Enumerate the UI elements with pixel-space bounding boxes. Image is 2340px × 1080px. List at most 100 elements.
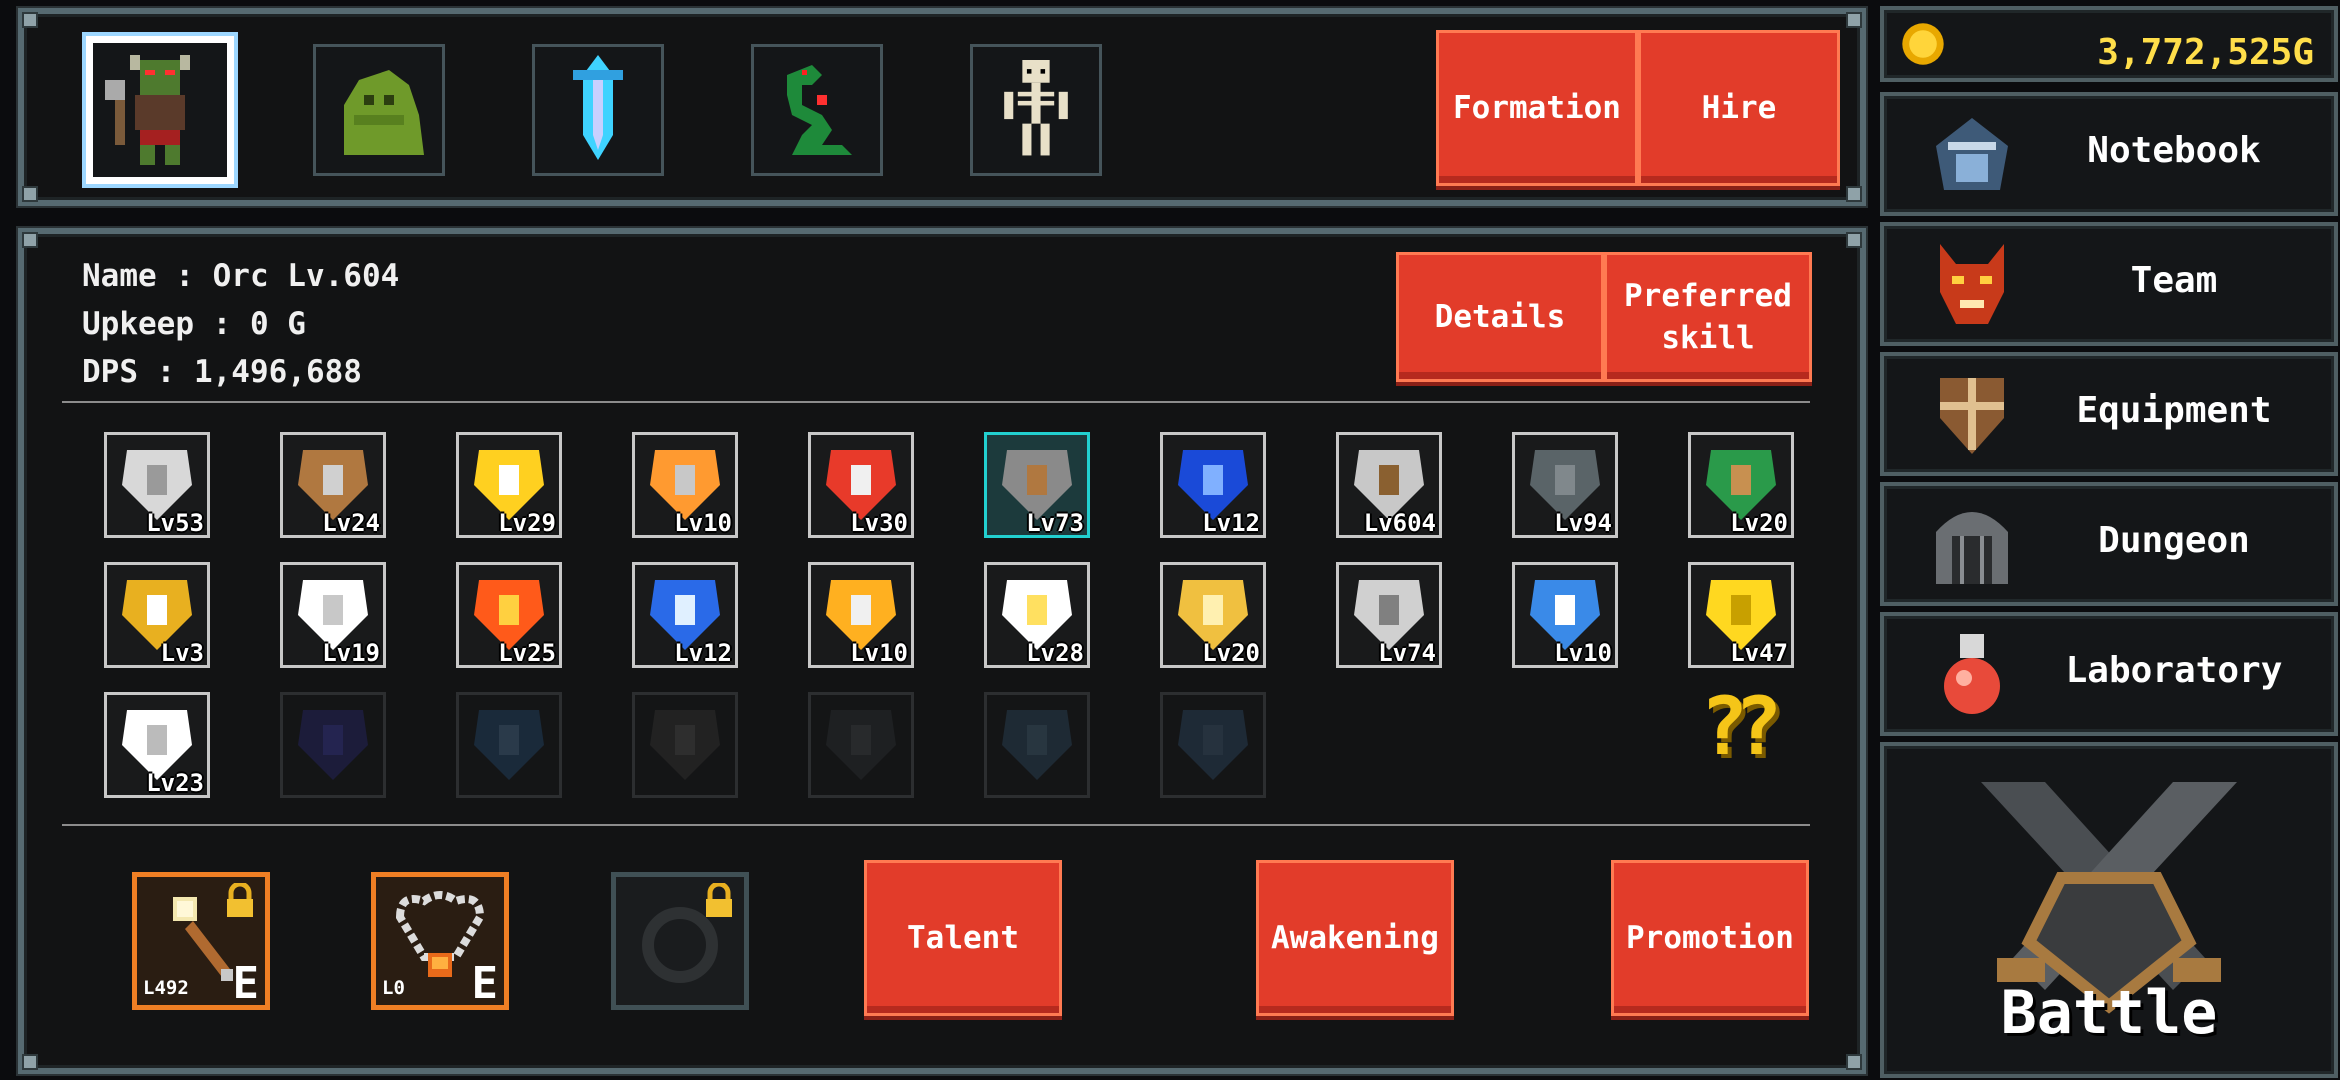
laboratory-label: Laboratory <box>2065 650 2283 691</box>
skill-slot[interactable] <box>456 692 562 798</box>
skeleton-icon <box>1004 60 1068 156</box>
skill-slot[interactable] <box>280 692 386 798</box>
skill-slot[interactable]: Lv74 <box>1336 562 1442 668</box>
skill-slot[interactable]: Lv24 <box>280 432 386 538</box>
battle-label: Battle <box>2000 978 2218 1048</box>
roster-unit-serpent[interactable] <box>751 44 883 176</box>
equip-slot-ring[interactable] <box>611 872 749 1010</box>
skill-level: Lv28 <box>1026 639 1084 667</box>
serpent-icon <box>787 65 852 155</box>
skill-level: Lv74 <box>1378 639 1436 667</box>
dark-sphere-icon <box>826 710 896 780</box>
skill-slot[interactable] <box>632 692 738 798</box>
notebook-icon <box>1936 118 2008 190</box>
skill-slot[interactable] <box>808 692 914 798</box>
skill-slot[interactable]: Lv12 <box>632 562 738 668</box>
preferred-skill-label-line2: skill <box>1661 320 1755 356</box>
roster-unit-crystal-sword[interactable] <box>532 44 664 176</box>
awakening-button[interactable]: Awakening <box>1256 860 1454 1016</box>
rivet <box>1846 12 1862 28</box>
hire-button[interactable]: Hire <box>1638 30 1840 186</box>
skill-slot[interactable]: Lv94 <box>1512 432 1618 538</box>
equip-mark: E <box>471 958 499 1009</box>
equip-slot-staff[interactable]: L492 E <box>132 872 270 1010</box>
dark-staff-icon <box>650 710 720 780</box>
sidebar-team-button[interactable]: Team <box>1880 222 2338 346</box>
sidebar-dungeon-button[interactable]: Dungeon <box>1880 482 2338 606</box>
skill-slot[interactable]: Lv23 <box>104 692 210 798</box>
rivet <box>22 186 38 202</box>
dark-orb-icon <box>298 710 368 780</box>
mystery-mark[interactable]: ?? <box>1700 680 1782 773</box>
details-button[interactable]: Details <box>1396 252 1604 382</box>
roster-unit-slime[interactable] <box>313 44 445 176</box>
gold-amount: 3,772,525G <box>2097 32 2314 73</box>
sidebar-laboratory-button[interactable]: Laboratory <box>1880 612 2338 736</box>
equip-slot-necklace[interactable]: L0 E <box>371 872 509 1010</box>
orc-icon <box>105 55 190 165</box>
unit-name: Name : Orc Lv.604 <box>82 258 400 294</box>
divider-bottom <box>62 824 1810 826</box>
equip-code: L0 <box>382 977 405 999</box>
gold-coin-icon <box>1902 23 1944 65</box>
skill-level: Lv24 <box>322 509 380 537</box>
skill-slot[interactable]: Lv53 <box>104 432 210 538</box>
skill-slot[interactable]: Lv47 <box>1688 562 1794 668</box>
equip-mark: E <box>232 958 260 1009</box>
team-label: Team <box>2130 260 2218 301</box>
skill-slot[interactable] <box>1160 692 1266 798</box>
skill-level: Lv19 <box>322 639 380 667</box>
equip-code: L492 <box>143 977 189 999</box>
skill-slot[interactable]: Lv10 <box>632 432 738 538</box>
skill-slot[interactable]: Lv25 <box>456 562 562 668</box>
skill-level: Lv20 <box>1730 509 1788 537</box>
skill-level: Lv29 <box>498 509 556 537</box>
rivet <box>22 1054 38 1070</box>
skill-level: Lv10 <box>674 509 732 537</box>
skill-level: Lv604 <box>1363 509 1436 537</box>
battle-button[interactable]: Battle <box>1880 742 2338 1078</box>
skill-slot[interactable]: Lv20 <box>1160 562 1266 668</box>
crystal-sword-icon <box>573 55 623 160</box>
skill-level: Lv10 <box>850 639 908 667</box>
shield-emblem-icon <box>1940 378 2004 454</box>
skill-slot[interactable]: Lv28 <box>984 562 1090 668</box>
skill-slot[interactable]: Lv3 <box>104 562 210 668</box>
skill-level: Lv94 <box>1554 509 1612 537</box>
dungeon-gate-icon <box>1936 512 2008 584</box>
skill-slot[interactable]: Lv19 <box>280 562 386 668</box>
sidebar-notebook-button[interactable]: Notebook <box>1880 92 2338 216</box>
skill-level: Lv30 <box>850 509 908 537</box>
dark-armor-icon <box>1178 710 1248 780</box>
skill-level: Lv12 <box>674 639 732 667</box>
skill-slot[interactable]: Lv20 <box>1688 432 1794 538</box>
skill-level: Lv3 <box>160 639 204 667</box>
skill-slot[interactable]: Lv12 <box>1160 432 1266 538</box>
skill-slot[interactable]: Lv29 <box>456 432 562 538</box>
talent-button[interactable]: Talent <box>864 860 1062 1016</box>
skill-slot[interactable]: Lv73 <box>984 432 1090 538</box>
skill-level: Lv73 <box>1026 509 1084 537</box>
skill-slot[interactable]: Lv10 <box>1512 562 1618 668</box>
potion-icon <box>1944 634 2000 714</box>
divider-top <box>62 401 1810 403</box>
sidebar-equipment-button[interactable]: Equipment <box>1880 352 2338 476</box>
unit-dps: DPS : 1,496,688 <box>82 354 362 390</box>
lock-icon <box>706 883 732 917</box>
rivet <box>22 12 38 28</box>
skill-slot[interactable]: Lv604 <box>1336 432 1442 538</box>
skill-level: Lv53 <box>146 509 204 537</box>
roster-unit-skeleton[interactable] <box>970 44 1102 176</box>
promotion-button[interactable]: Promotion <box>1611 860 1809 1016</box>
formation-button[interactable]: Formation <box>1436 30 1638 186</box>
skill-slot[interactable]: Lv10 <box>808 562 914 668</box>
dungeon-label: Dungeon <box>2098 520 2250 561</box>
roster-unit-orc[interactable] <box>86 36 234 184</box>
skill-level: Lv10 <box>1554 639 1612 667</box>
lock-icon <box>227 883 253 917</box>
preferred-skill-button[interactable]: Preferred skill <box>1604 252 1812 382</box>
skill-slot[interactable]: Lv30 <box>808 432 914 538</box>
rivet <box>22 232 38 248</box>
rivet <box>1846 232 1862 248</box>
skill-slot[interactable] <box>984 692 1090 798</box>
